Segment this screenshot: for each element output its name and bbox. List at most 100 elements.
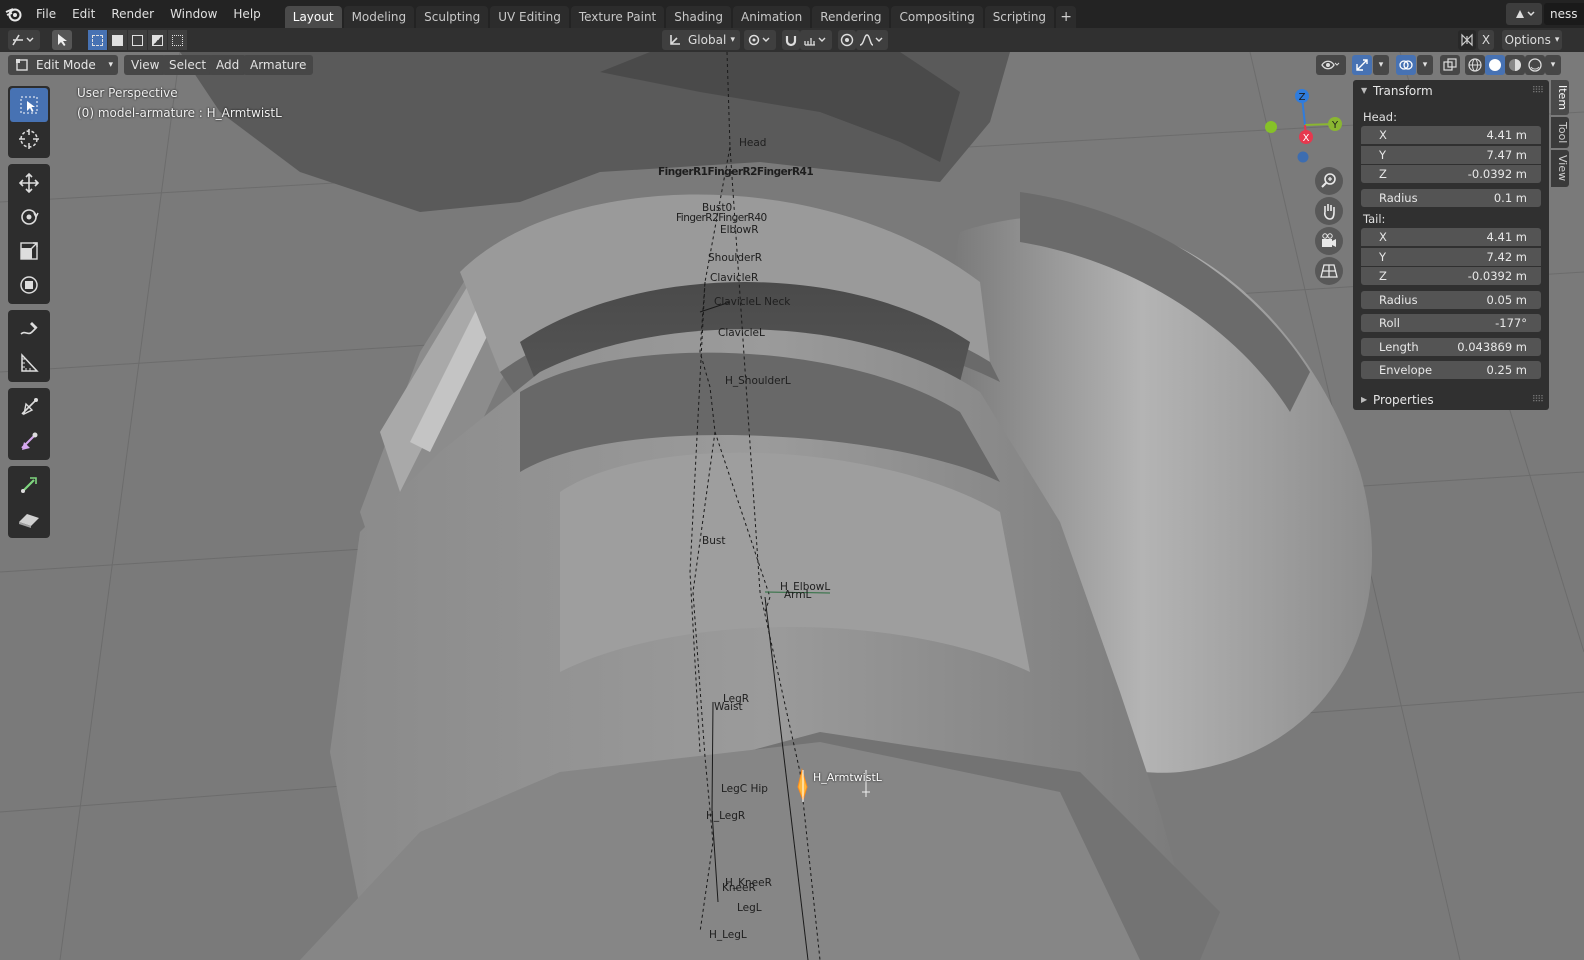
mirror-toggle[interactable]: [1458, 30, 1476, 50]
visibility-dropdown[interactable]: [1316, 55, 1346, 75]
bone-size-tool[interactable]: [10, 424, 48, 458]
select-menu[interactable]: Select: [162, 55, 214, 75]
head-radius-field[interactable]: Radius 0.1 m: [1361, 188, 1541, 207]
mirror-x-toggle[interactable]: X: [1478, 30, 1494, 50]
snap-target-dropdown[interactable]: [800, 30, 832, 50]
blender-logo-icon[interactable]: [0, 0, 28, 28]
cursor-tool[interactable]: [10, 122, 48, 156]
view-menu[interactable]: View: [124, 55, 167, 75]
tab-view[interactable]: View: [1551, 150, 1569, 187]
properties-panel-header[interactable]: ▶ Properties ⠿⠿: [1353, 389, 1549, 411]
proportional-falloff-dropdown[interactable]: [856, 30, 888, 50]
tab-tool[interactable]: Tool: [1551, 117, 1569, 149]
head-y-value: 7.47 m: [1486, 147, 1527, 162]
tab-uv-editing[interactable]: UV Editing: [490, 6, 569, 28]
menu-help[interactable]: Help: [225, 0, 268, 28]
move-tool[interactable]: [10, 166, 48, 200]
transform-orientation-dropdown[interactable]: Global ▾: [662, 30, 740, 50]
scene-name-field[interactable]: ness: [1544, 3, 1584, 25]
transform-tool[interactable]: [10, 268, 48, 302]
perspective-toggle-button[interactable]: [1315, 257, 1343, 285]
shear-tool[interactable]: [10, 502, 48, 536]
mode-dropdown[interactable]: Edit Mode ▾: [8, 55, 118, 75]
menu-file[interactable]: File: [28, 0, 64, 28]
gizmo-dropdown[interactable]: ▾: [1373, 55, 1389, 75]
tab-rendering[interactable]: Rendering: [812, 6, 890, 28]
head-x-value: 4.41 m: [1486, 128, 1527, 142]
select-extend-mode[interactable]: [108, 30, 127, 50]
select-tool-button[interactable]: [52, 30, 72, 50]
drag-grip-icon[interactable]: ⠿⠿: [1532, 80, 1544, 102]
gizmo-toggle[interactable]: [1352, 55, 1372, 75]
tab-item[interactable]: Item: [1551, 80, 1569, 116]
tab-sculpting[interactable]: Sculpting: [416, 6, 489, 28]
transform-panel-header[interactable]: ▼ Transform ⠿⠿: [1353, 80, 1549, 102]
scale-tool[interactable]: [10, 234, 48, 268]
length-value: 0.043869 m: [1457, 339, 1527, 354]
menu-window[interactable]: Window: [162, 0, 225, 28]
3d-viewport[interactable]: Z Y X Edit Mode ▾ View Select Add Armatu…: [0, 52, 1584, 960]
shading-solid[interactable]: [1485, 55, 1505, 75]
pivot-point-dropdown[interactable]: [744, 30, 776, 50]
options-dropdown[interactable]: Options ▾: [1502, 30, 1562, 50]
shading-material[interactable]: [1505, 55, 1525, 75]
measure-tool[interactable]: [10, 346, 48, 380]
annotate-tool[interactable]: [10, 312, 48, 346]
roll-tool[interactable]: [10, 390, 48, 424]
head-z-field[interactable]: Z -0.0392 m: [1361, 165, 1541, 183]
tail-x-field[interactable]: X 4.41 m: [1361, 228, 1541, 246]
camera-icon: [1322, 233, 1336, 247]
armature-menu[interactable]: Armature: [243, 55, 314, 75]
shading-rendered[interactable]: [1525, 55, 1545, 75]
tab-modeling[interactable]: Modeling: [343, 6, 415, 28]
pan-button[interactable]: [1315, 197, 1343, 225]
chevron-down-icon: ▾: [1378, 60, 1384, 70]
scene-browse-button[interactable]: [1506, 3, 1542, 25]
length-field[interactable]: Length 0.043869 m: [1361, 337, 1541, 356]
overlays-dropdown[interactable]: ▾: [1417, 55, 1433, 75]
add-menu[interactable]: Add: [209, 55, 247, 75]
tab-compositing[interactable]: Compositing: [891, 6, 983, 28]
menu-edit[interactable]: Edit: [64, 0, 103, 28]
overlays-toggle[interactable]: [1396, 55, 1416, 75]
proportional-edit-toggle[interactable]: [838, 30, 856, 50]
shading-wireframe[interactable]: [1465, 55, 1485, 75]
zoom-button[interactable]: [1315, 167, 1343, 195]
3d-cursor-icon: [19, 129, 39, 149]
tab-scripting[interactable]: Scripting: [984, 6, 1055, 28]
drag-grip-icon[interactable]: ⠿⠿: [1532, 389, 1544, 411]
select-new-mode[interactable]: [88, 30, 107, 50]
envelope-field[interactable]: Envelope 0.25 m: [1361, 361, 1541, 379]
tab-texture-paint[interactable]: Texture Paint: [570, 6, 665, 28]
tab-shading[interactable]: Shading: [666, 6, 731, 28]
select-invert-icon: [152, 34, 163, 46]
bone-label-shoulder-r: ShoulderR: [708, 252, 763, 264]
properties-panel-title: Properties: [1373, 392, 1434, 407]
head-x-field[interactable]: X 4.41 m: [1361, 126, 1541, 144]
eye-icon: [1321, 60, 1340, 70]
snap-toggle[interactable]: [782, 30, 800, 50]
rendered-sphere-icon: [1528, 58, 1542, 72]
xray-toggle[interactable]: [1440, 55, 1460, 75]
select-box-tool[interactable]: [10, 88, 48, 122]
tail-radius-field[interactable]: Radius 0.05 m: [1361, 290, 1541, 309]
select-subtract-mode[interactable]: [128, 30, 147, 50]
extrude-tool[interactable]: [10, 468, 48, 502]
tab-layout[interactable]: Layout: [284, 6, 342, 28]
tail-z-field[interactable]: Z -0.0392 m: [1361, 267, 1541, 285]
add-workspace-button[interactable]: +: [1056, 6, 1077, 28]
select-intersect-mode[interactable]: [168, 30, 187, 50]
bone-label-neck: ClavicleL Neck: [714, 296, 791, 308]
shading-dropdown[interactable]: ▾: [1545, 55, 1561, 75]
tab-animation[interactable]: Animation: [733, 6, 811, 28]
head-y-field[interactable]: Y 7.47 m: [1361, 145, 1541, 164]
menu-render[interactable]: Render: [103, 0, 162, 28]
bone-label-hip: LegC Hip: [721, 783, 768, 795]
editor-type-button[interactable]: [8, 30, 40, 50]
select-invert-mode[interactable]: [148, 30, 167, 50]
roll-field[interactable]: Roll -177°: [1361, 314, 1541, 332]
camera-view-button[interactable]: [1315, 227, 1343, 255]
tail-y-field[interactable]: Y 7.42 m: [1361, 247, 1541, 266]
sidebar-panel: ▼ Transform ⠿⠿ Head: X 4.41 m Y 7.47 m Z -0…: [1353, 80, 1549, 410]
rotate-tool[interactable]: [10, 200, 48, 234]
